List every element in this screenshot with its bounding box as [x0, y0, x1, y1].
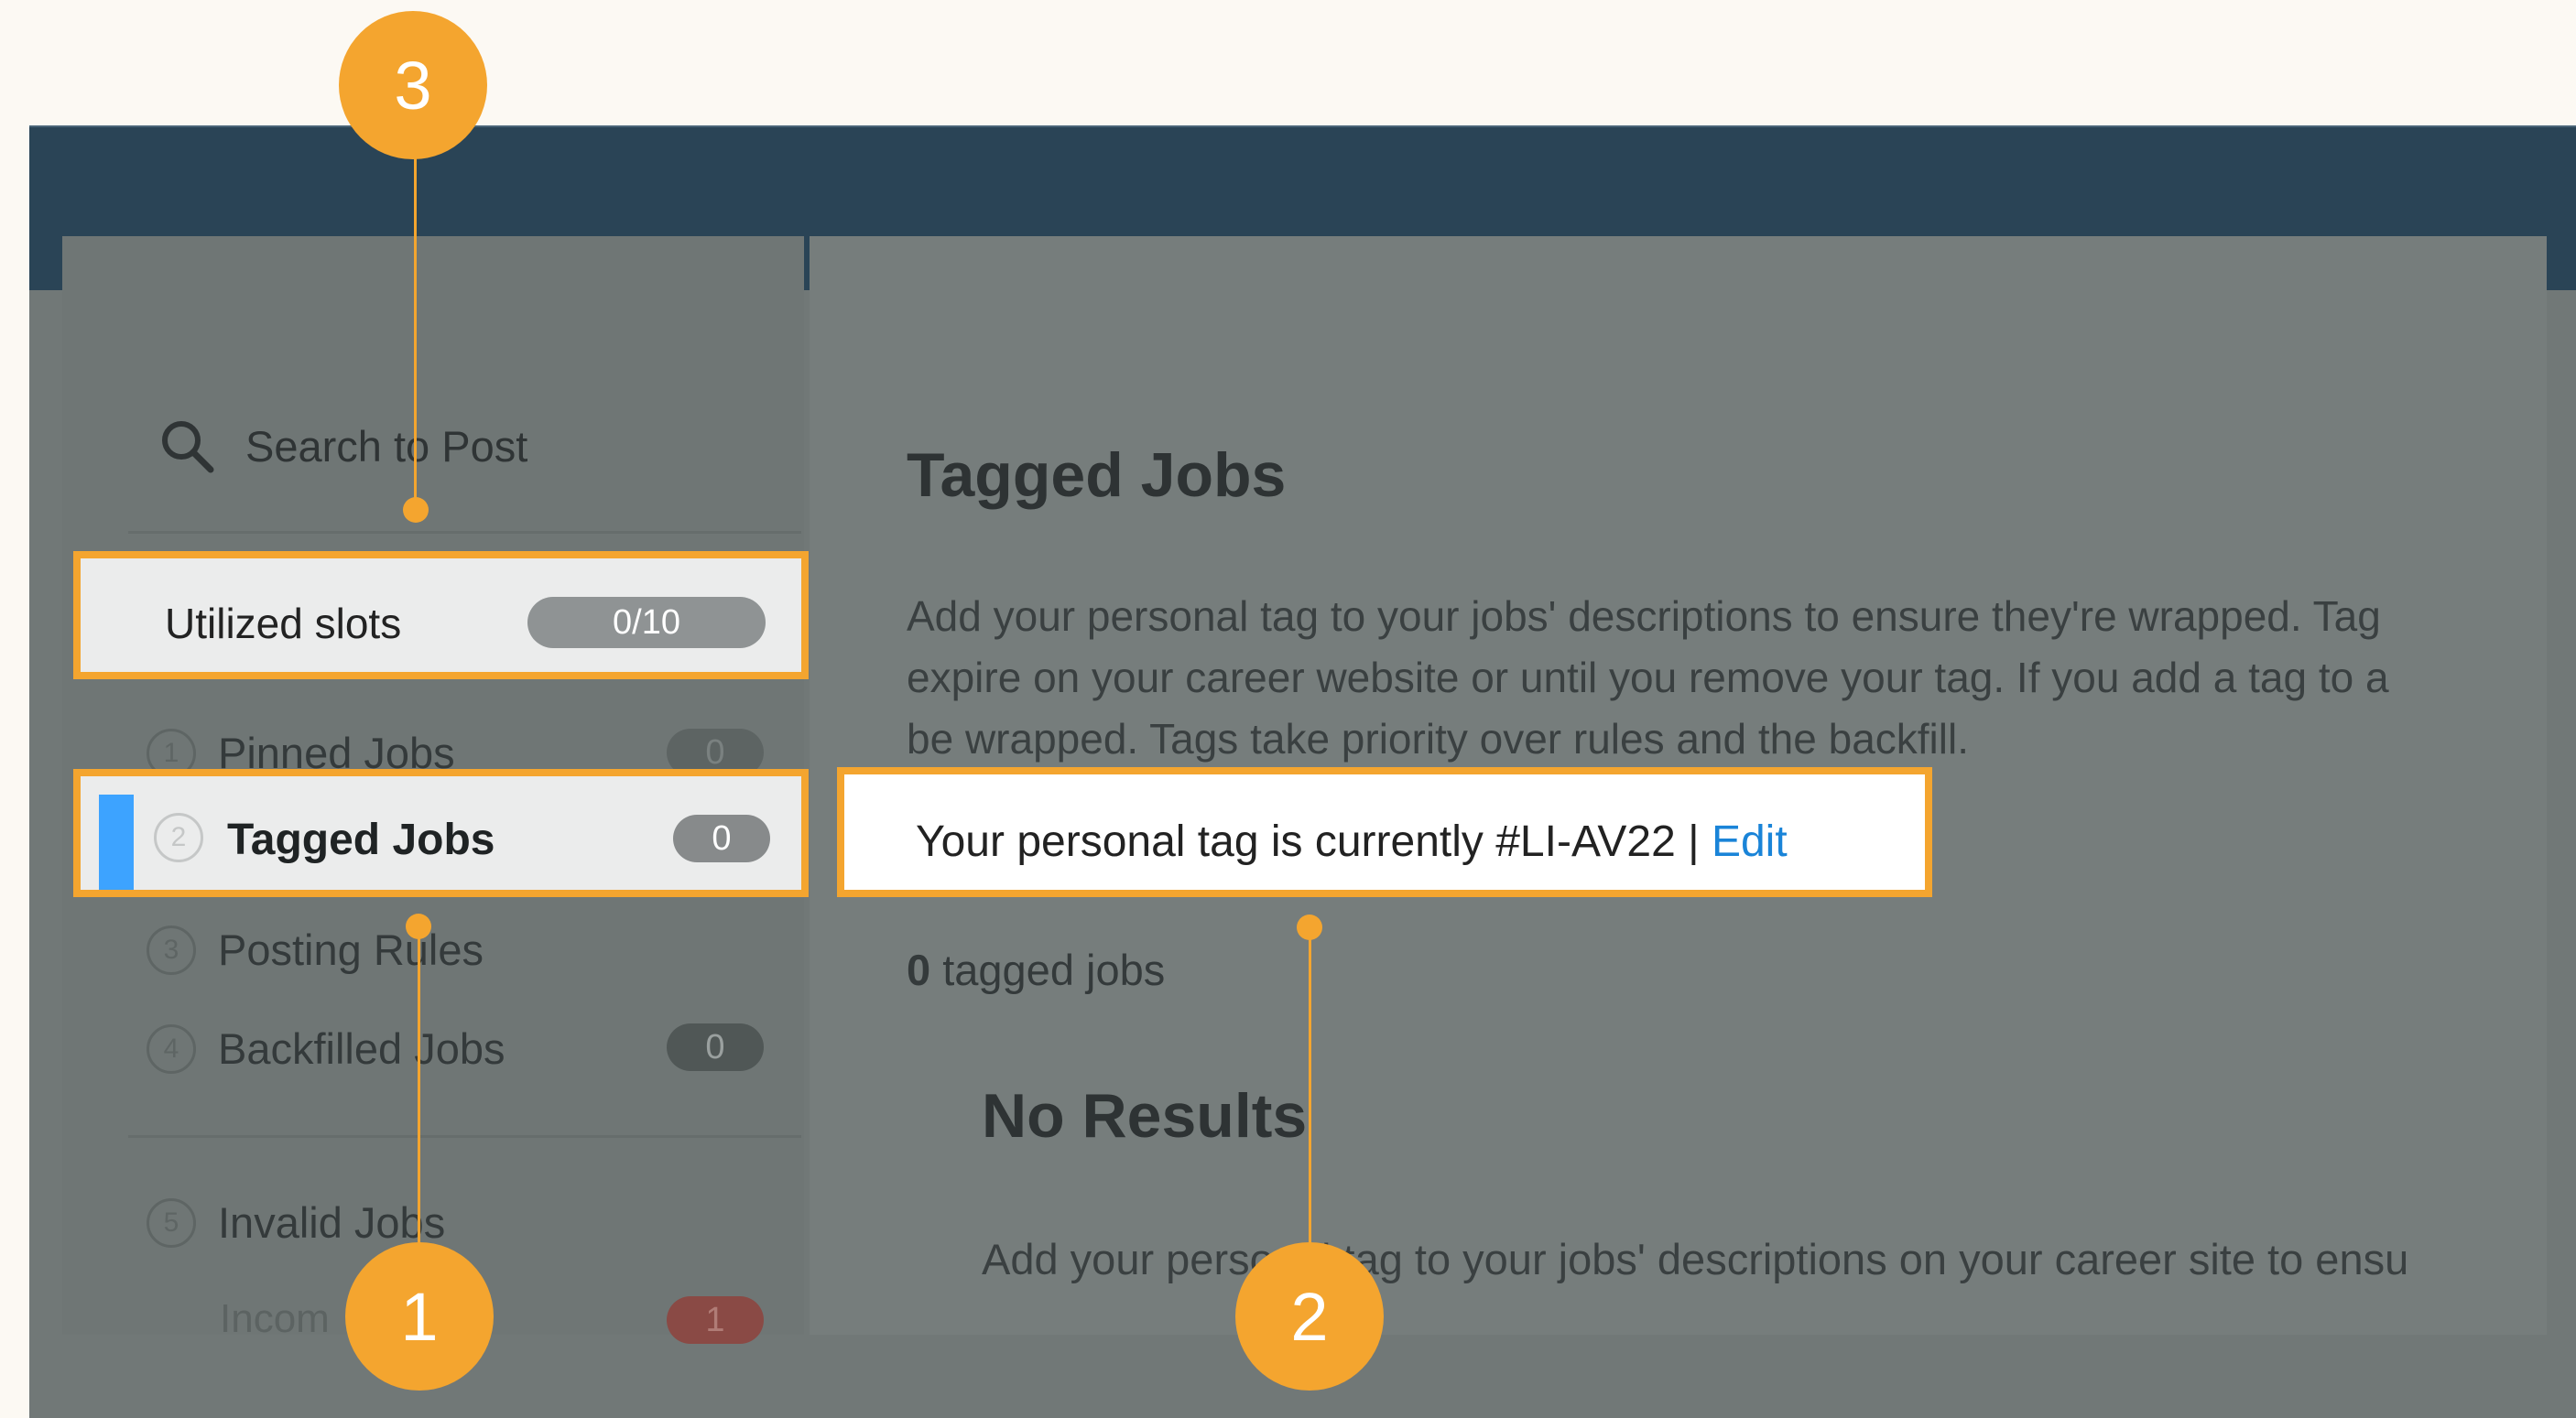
search-label: Search to Post	[245, 421, 528, 471]
description-line: be wrapped. Tags take priority over rule…	[907, 715, 1969, 763]
tagged-jobs-count: 0 tagged jobs	[907, 945, 1165, 995]
annotation-1-badge: 1	[345, 1242, 494, 1391]
sidebar-item-label: Invalid Jobs	[218, 1198, 446, 1247]
sidebar-item-label: Backfilled Jobs	[218, 1024, 505, 1073]
active-indicator	[99, 795, 134, 890]
sidebar-divider	[128, 1135, 801, 1138]
utilized-slots-badge: 0/10	[527, 597, 766, 648]
incomplete-count-badge: 1	[667, 1296, 764, 1344]
annotation-3-badge: 3	[339, 11, 487, 159]
step-number: 2	[154, 813, 203, 862]
sidebar-divider	[128, 531, 801, 534]
step-number: 5	[147, 1197, 196, 1248]
annotation-2-badge: 2	[1235, 1242, 1384, 1391]
page-title: Tagged Jobs	[907, 440, 1287, 510]
step-number: 4	[147, 1023, 196, 1074]
sidebar-item-posting-rules[interactable]: 3 Posting Rules	[147, 925, 484, 975]
backfilled-jobs-count-badge: 0	[667, 1023, 764, 1071]
search-icon	[162, 421, 214, 473]
step-number: 3	[147, 925, 196, 975]
annotation-1-dot	[406, 914, 431, 939]
utilized-slots-row: Utilized slots 0/10	[73, 551, 809, 679]
no-results-text: Add your personal tag to your jobs' desc…	[982, 1235, 2409, 1283]
sidebar-item-backfilled-jobs[interactable]: 4 Backfilled Jobs	[147, 1023, 505, 1074]
description-line: Add your personal tag to your jobs' desc…	[907, 592, 2381, 640]
tagged-jobs-count-badge: 0	[673, 815, 770, 862]
tagged-jobs-number: 0	[907, 946, 931, 994]
description: Add your personal tag to your jobs' desc…	[907, 586, 2389, 770]
sidebar-item-tagged-jobs[interactable]: 2 Tagged Jobs 0	[73, 769, 809, 897]
annotation-3-line	[414, 150, 417, 509]
description-line: expire on your career website or until y…	[907, 654, 2389, 701]
sidebar-subitem-incomplete[interactable]: Incom	[220, 1296, 330, 1342]
annotation-3-dot	[403, 497, 429, 523]
search-to-post[interactable]: Search to Post	[158, 417, 527, 475]
tagged-jobs-label: tagged jobs	[930, 946, 1166, 994]
personal-tag-text: Your personal tag is currently #LI-AV22 …	[916, 817, 1788, 867]
utilized-slots-label: Utilized slots	[165, 600, 402, 647]
annotation-2-dot	[1297, 915, 1322, 940]
no-results-title: No Results	[982, 1081, 1308, 1151]
personal-tag-box: Your personal tag is currently #LI-AV22 …	[837, 767, 1932, 897]
personal-tag-label: Your personal tag is currently #LI-AV22 …	[916, 817, 1712, 866]
edit-tag-link[interactable]: Edit	[1712, 817, 1788, 866]
sidebar-item-label: Posting Rules	[218, 925, 484, 974]
sidebar-item-invalid-jobs[interactable]: 5 Invalid Jobs	[147, 1197, 445, 1248]
sidebar-item-label: Tagged Jobs	[227, 816, 495, 864]
